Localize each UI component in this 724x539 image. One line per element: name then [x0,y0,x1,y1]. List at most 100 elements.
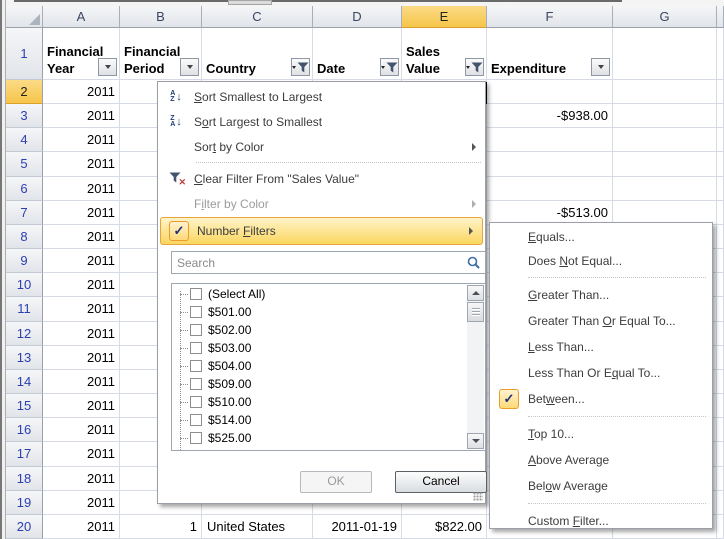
cell-pad4[interactable] [717,128,724,152]
list-item[interactable]: $525.00 [172,429,467,447]
search-input[interactable] [172,255,466,271]
cell-A13[interactable]: 2011 [43,346,120,370]
column-header-A[interactable]: A [43,6,120,28]
filter-button-E[interactable] [465,58,484,76]
cell-A3[interactable]: 2011 [43,104,120,128]
checkbox-unchecked[interactable] [190,288,202,300]
row-header-6[interactable]: 6 [6,177,43,201]
cell-G3[interactable] [613,104,717,128]
cell-pad18[interactable] [717,467,724,491]
cell-G2[interactable] [613,80,717,104]
submenu-item-equals[interactable]: Equals... [490,225,712,249]
checkbox-unchecked[interactable] [190,378,202,390]
row-header-7[interactable]: 7 [6,201,43,225]
cell-A2[interactable]: 2011 [43,80,120,104]
column-header-F[interactable]: F [487,6,613,28]
menu-item-sort-by-color[interactable]: Sort by Color [158,134,485,159]
row-header-19[interactable]: 19 [6,491,43,515]
submenu-item-greater-than[interactable]: Greater Than... [490,282,712,308]
cell-pad9[interactable] [717,249,724,273]
filter-button-B[interactable] [180,58,199,76]
row-header-8[interactable]: 8 [6,225,43,249]
cell-A19[interactable]: 2011 [43,491,120,515]
cell-A14[interactable]: 2011 [43,370,120,394]
cell-F6[interactable] [487,177,613,201]
cell-pad11[interactable] [717,297,724,322]
menu-item-number-filters[interactable]: ✓Number Filters [160,217,483,245]
cell-A10[interactable]: 2011 [43,273,120,297]
checkbox-unchecked[interactable] [190,432,202,444]
cell-A11[interactable]: 2011 [43,297,120,322]
cell-G6[interactable] [613,177,717,201]
submenu-item-above-average[interactable]: Above Average [490,447,712,473]
cell-A12[interactable]: 2011 [43,322,120,346]
scrollbar-thumb[interactable] [467,302,484,322]
cell-pad6[interactable] [717,177,724,201]
filter-button-D[interactable] [380,58,399,76]
row-header-4[interactable]: 4 [6,128,43,152]
cell-D20[interactable]: 2011-01-19 [313,515,402,539]
submenu-item-top-10[interactable]: Top 10... [490,421,712,447]
column-header-D[interactable]: D [313,6,402,28]
cell-pad10[interactable] [717,273,724,297]
scroll-down-icon[interactable] [467,433,484,449]
checkbox-unchecked[interactable] [190,342,202,354]
cell-E20[interactable]: $822.00 [402,515,487,539]
row-header-18[interactable]: 18 [6,467,43,491]
checkbox-unchecked[interactable] [190,360,202,372]
cell-pad12[interactable] [717,322,724,346]
row-header-15[interactable]: 15 [6,394,43,418]
cancel-button[interactable]: Cancel [395,471,487,493]
row-header-12[interactable]: 12 [6,322,43,346]
cell-pad2[interactable] [717,80,724,104]
cell-pad5[interactable] [717,152,724,177]
row-header-10[interactable]: 10 [6,273,43,297]
scroll-up-icon[interactable] [467,285,484,301]
cell-B20[interactable]: 1 [120,515,202,539]
checkbox-unchecked[interactable] [190,306,202,318]
checkbox-unchecked[interactable] [190,414,202,426]
row-header-13[interactable]: 13 [6,346,43,370]
list-item[interactable]: $504.00 [172,357,467,375]
cell-F2[interactable] [487,80,613,104]
list-item[interactable]: $514.00 [172,411,467,429]
menu-item-filter-by-color[interactable]: Filter by Color [158,191,485,216]
cell-A8[interactable]: 2011 [43,225,120,249]
cell-A5[interactable]: 2011 [43,152,120,177]
cell-pad17[interactable] [717,442,724,467]
row-header-5[interactable]: 5 [6,152,43,177]
list-scrollbar[interactable] [467,285,484,449]
cell-A4[interactable]: 2011 [43,128,120,152]
list-item[interactable]: $509.00 [172,375,467,393]
menu-item-sort-largest-to-smallest[interactable]: ZA↓Sort Largest to Smallest [158,109,485,134]
list-item[interactable]: $502.00 [172,321,467,339]
submenu-item-below-average[interactable]: Below Average [490,473,712,499]
cell-A15[interactable]: 2011 [43,394,120,418]
submenu-item-between[interactable]: ✓Between... [490,386,712,412]
resize-grip[interactable] [473,492,483,501]
cell-pad16[interactable] [717,418,724,442]
list-item[interactable]: $510.00 [172,393,467,411]
cell-pad13[interactable] [717,346,724,370]
filter-search-box[interactable] [171,251,486,274]
cell-pad15[interactable] [717,394,724,418]
cell-F5[interactable] [487,152,613,177]
checkbox-unchecked[interactable] [190,396,202,408]
filter-button-A[interactable] [98,58,117,76]
checkbox-unchecked[interactable] [190,324,202,336]
cell-A16[interactable]: 2011 [43,418,120,442]
cell-A7[interactable]: 2011 [43,201,120,225]
menu-item-sort-smallest-to-largest[interactable]: AZ↓Sort Smallest to Largest [158,84,485,109]
row-header-20[interactable]: 20 [6,515,43,539]
cell-G5[interactable] [613,152,717,177]
cell-pad14[interactable] [717,370,724,394]
cell-G4[interactable] [613,128,717,152]
cell-A6[interactable]: 2011 [43,177,120,201]
column-header-B[interactable]: B [120,6,202,28]
ok-button[interactable]: OK [300,471,372,493]
row-header-2[interactable]: 2 [6,80,43,104]
cell-A9[interactable]: 2011 [43,249,120,273]
cell-A18[interactable]: 2011 [43,467,120,491]
cell-pad20[interactable] [717,515,724,539]
row-header-9[interactable]: 9 [6,249,43,273]
